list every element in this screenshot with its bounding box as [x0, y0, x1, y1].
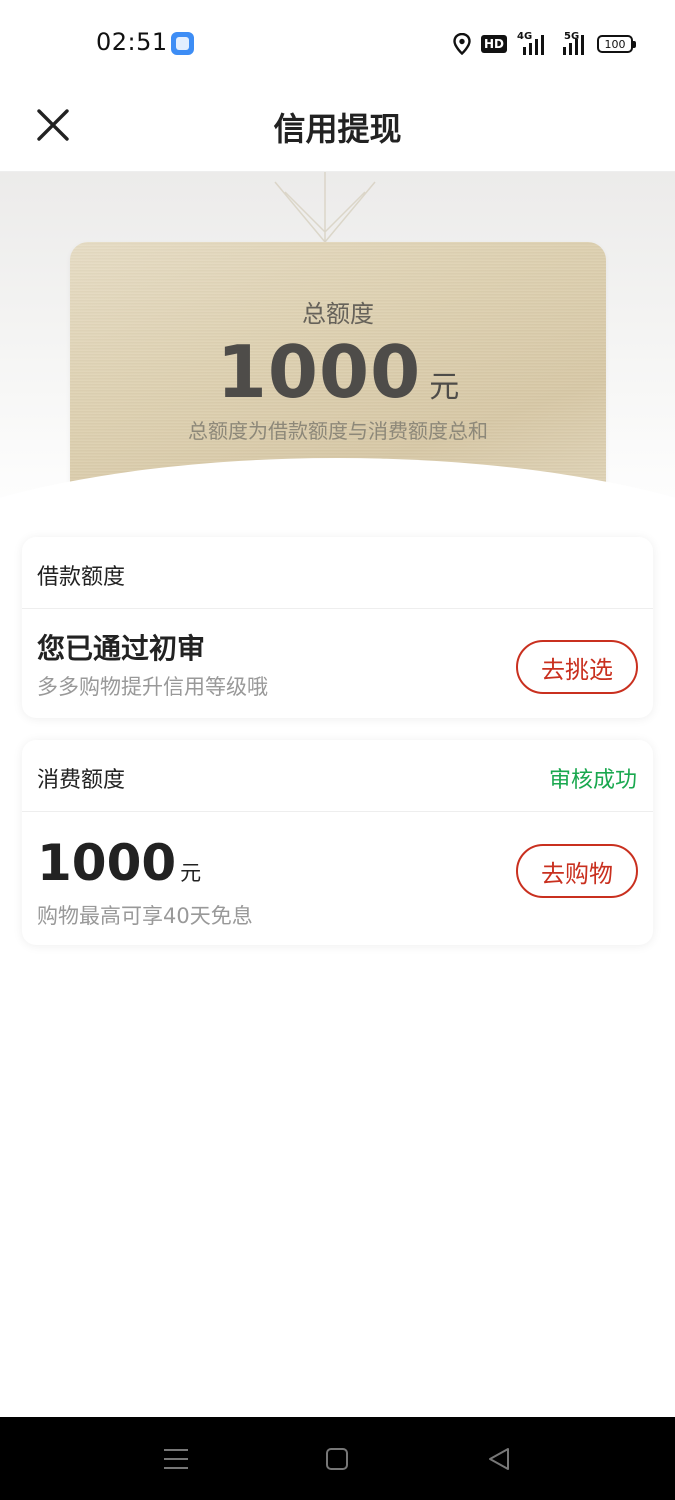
signal-4g-icon: 4G [517, 31, 547, 55]
battery-icon: 100 [597, 35, 636, 53]
system-nav-bar [0, 1417, 675, 1500]
select-button[interactable]: 去挑选 [516, 640, 638, 694]
loan-credit-card: 借款额度 您已通过初审 多多购物提升信用等级哦 去挑选 [22, 537, 653, 718]
consumption-amount: 1000 元 [37, 834, 201, 892]
total-credit-note: 总额度为借款额度与消费额度总和 [188, 419, 488, 443]
credit-banner: 总额度 1000 元 总额度为借款额度与消费额度总和 [0, 172, 675, 532]
app-notification-icon [171, 32, 194, 55]
hd-icon: HD [480, 35, 507, 53]
home-nav-button[interactable] [319, 1441, 355, 1477]
consumption-amount-unit: 元 [180, 861, 202, 885]
loan-card-body: 您已通过初审 多多购物提升信用等级哦 去挑选 [22, 609, 653, 717]
loan-subtitle: 多多购物提升信用等级哦 [37, 675, 268, 699]
total-credit-unit: 元 [429, 370, 460, 405]
total-credit-amount: 1000 元 [70, 330, 606, 414]
status-bar: 02:51 HD 4G 5G 100 [0, 0, 675, 86]
go-shopping-button[interactable]: 去购物 [516, 844, 638, 898]
menu-icon [164, 1449, 188, 1469]
consumption-subtitle: 购物最高可享40天免息 [37, 904, 253, 928]
total-credit-value: 1000 [216, 330, 422, 414]
location-icon [453, 33, 471, 55]
loan-card-header: 借款额度 [22, 537, 653, 609]
page-header: 信用提现 [0, 86, 675, 172]
consumption-credit-card: 消费额度 审核成功 1000 元 购物最高可享40天免息 去购物 [22, 740, 653, 945]
consumption-amount-value: 1000 [37, 834, 177, 892]
menu-nav-button[interactable] [158, 1441, 194, 1477]
consumption-card-body: 1000 元 购物最高可享40天免息 去购物 [22, 812, 653, 944]
total-credit-label: 总额度 [302, 300, 374, 328]
signal-5g-icon: 5G [557, 31, 587, 55]
consumption-card-title: 消费额度 [37, 768, 126, 793]
consumption-card-header: 消费额度 审核成功 [22, 740, 653, 812]
page-title: 信用提现 [273, 110, 402, 148]
home-square-icon [326, 1448, 348, 1470]
back-nav-button[interactable] [481, 1441, 517, 1477]
back-triangle-icon [489, 1448, 509, 1470]
loan-card-title: 借款额度 [37, 565, 126, 590]
loan-status-headline: 您已通过初审 [37, 632, 206, 665]
review-status-badge: 审核成功 [548, 768, 637, 793]
status-icons: HD 4G 5G 100 [453, 31, 636, 57]
battery-level: 100 [604, 37, 626, 51]
signal-4g-label: 4G [517, 31, 533, 42]
decorative-lines [274, 172, 376, 242]
status-time: 02:51 [96, 28, 168, 56]
